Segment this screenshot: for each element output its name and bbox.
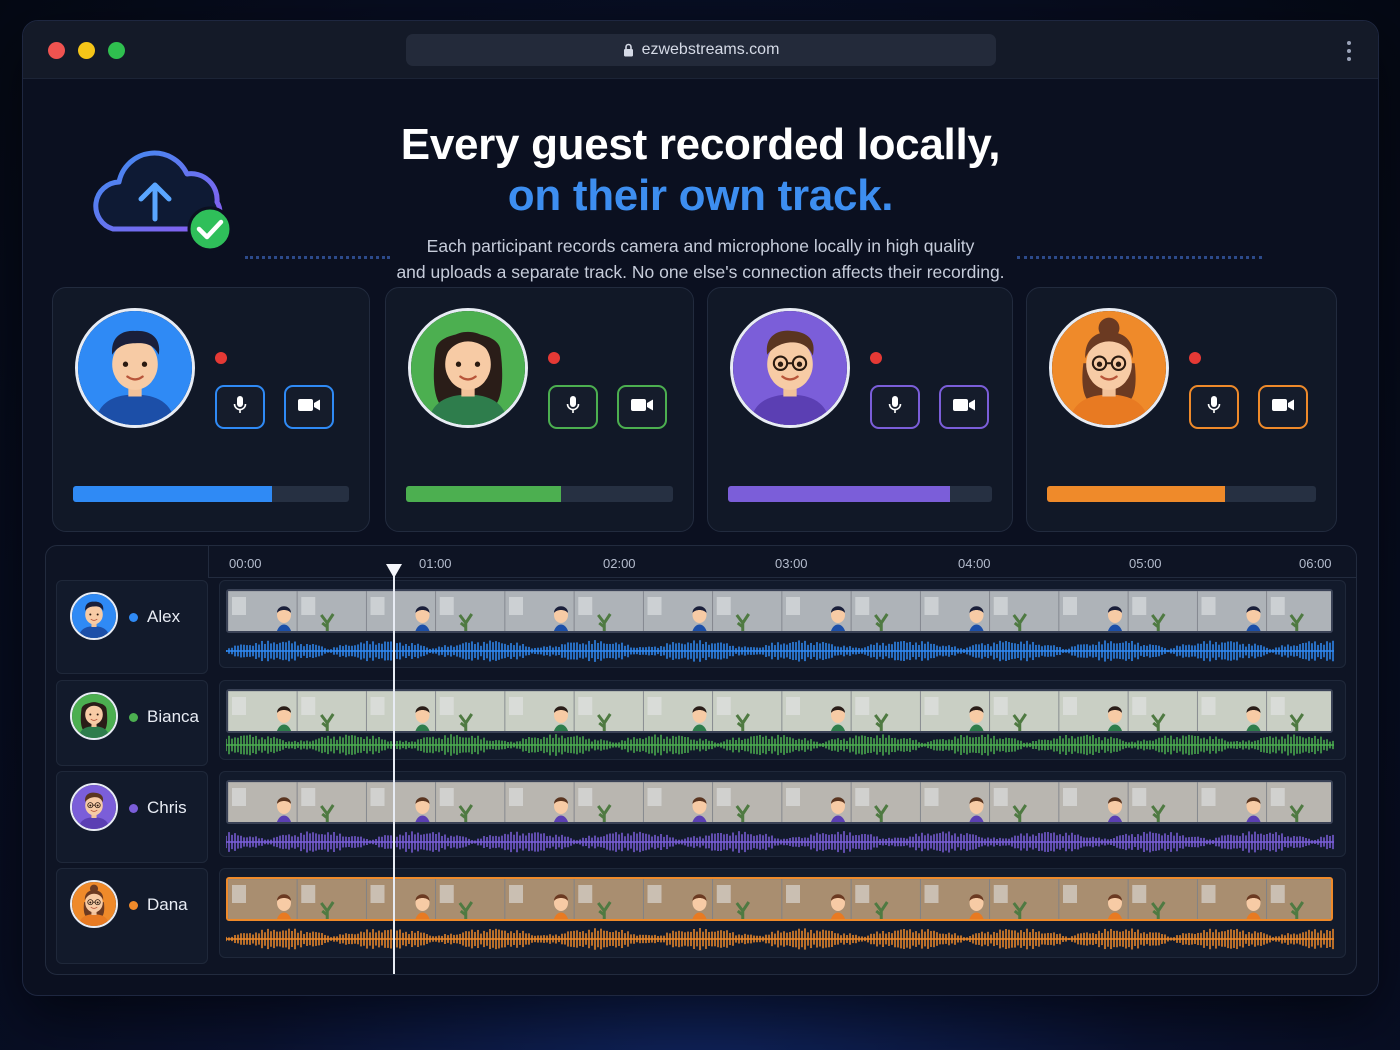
track-lane-bianca[interactable] [219,680,1346,760]
upload-progress-bar [406,486,673,502]
camera-button[interactable] [1258,385,1308,429]
url-text: ezwebstreams.com [641,41,780,58]
avatar [70,783,118,831]
track-color-dot [129,803,138,813]
recording-status [870,352,889,364]
participant-card-bianca [385,287,694,532]
lock-icon [623,43,633,57]
track-header-bianca[interactable]: Bianca [56,680,208,766]
upload-progress-fill [73,486,272,502]
address-bar[interactable]: ezwebstreams.com [406,34,996,66]
timeline-tick: 04:00 [958,556,991,571]
avatar [1049,308,1169,428]
track-name: Bianca [147,707,199,726]
browser-titlebar: ezwebstreams.com [23,21,1378,79]
close-window-button[interactable] [48,42,65,59]
camera-button[interactable] [939,385,989,429]
timeline-tick: 00:00 [229,556,262,571]
upload-progress-bar [73,486,349,502]
track-name: Chris [147,798,187,817]
playhead-handle[interactable] [386,564,402,578]
maximize-window-button[interactable] [108,42,125,59]
track-lane-alex[interactable] [219,580,1346,668]
participant-card-dana [1026,287,1337,532]
timeline-tick: 02:00 [603,556,636,571]
minimize-window-button[interactable] [78,42,95,59]
avatar [75,308,195,428]
recording-status [215,352,234,364]
camera-icon [1271,397,1295,418]
hero-subtitle-line2: and uploads a separate track. No one els… [396,262,1005,282]
recording-status [548,352,567,364]
microphone-button[interactable] [1189,385,1239,429]
track-lane-dana[interactable] [219,868,1346,958]
avatar [70,880,118,928]
microphone-icon [1207,395,1221,420]
microphone-icon [566,395,580,420]
playhead[interactable] [393,574,395,974]
track-color-dot [129,612,138,622]
participant-card-chris [707,287,1013,532]
hero-title-line2: on their own track. [507,171,894,220]
track-header-alex[interactable]: Alex [56,580,208,674]
track-name: Alex [147,607,181,626]
track-color-dot [129,900,138,910]
upload-progress-bar [728,486,992,502]
recording-dot-icon [1189,352,1201,364]
avatar [70,592,118,640]
track-lane-chris[interactable] [219,771,1346,857]
camera-icon [297,397,321,418]
recording-dot-icon [215,352,227,364]
upload-progress-fill [728,486,950,502]
multitrack-timeline[interactable]: 00:00 01:00 02:00 03:00 04:00 05:00 06:00 Alex… [45,545,1357,975]
hero-section: Every guest recorded locally, on their o… [23,79,1378,289]
camera-icon [952,397,976,418]
track-header-chris[interactable]: Chris [56,771,208,863]
avatar [408,308,528,428]
camera-icon [630,397,654,418]
microphone-icon [233,395,247,420]
hero-title-line1: Every guest recorded locally, [400,120,1001,169]
hero-subtitle-line1: Each participant records camera and micr… [426,236,975,256]
participant-cards [52,287,1352,532]
timeline-tick: 03:00 [775,556,808,571]
upload-progress-bar [1047,486,1316,502]
avatar [70,692,118,740]
recording-dot-icon [870,352,882,364]
browser-window: ezwebstreams.com Every guest recorded lo… [22,20,1379,996]
timeline-tick: 05:00 [1129,556,1162,571]
camera-button[interactable] [284,385,334,429]
timeline-tick: 01:00 [419,556,452,571]
timeline-ruler[interactable]: 00:00 01:00 02:00 03:00 04:00 05:00 06:00 [208,546,1356,578]
microphone-button[interactable] [548,385,598,429]
microphone-icon [888,395,902,420]
participant-card-alex [52,287,370,532]
camera-button[interactable] [617,385,667,429]
track-name: Dana [147,895,188,914]
track-color-dot [129,712,138,722]
upload-progress-fill [406,486,561,502]
avatar [730,308,850,428]
recording-status [1189,352,1208,364]
microphone-button[interactable] [215,385,265,429]
track-header-dana[interactable]: Dana [56,868,208,964]
browser-menu-icon[interactable] [1346,41,1352,61]
timeline-tick: 06:00 [1299,556,1332,571]
microphone-button[interactable] [870,385,920,429]
recording-dot-icon [548,352,560,364]
upload-progress-fill [1047,486,1225,502]
